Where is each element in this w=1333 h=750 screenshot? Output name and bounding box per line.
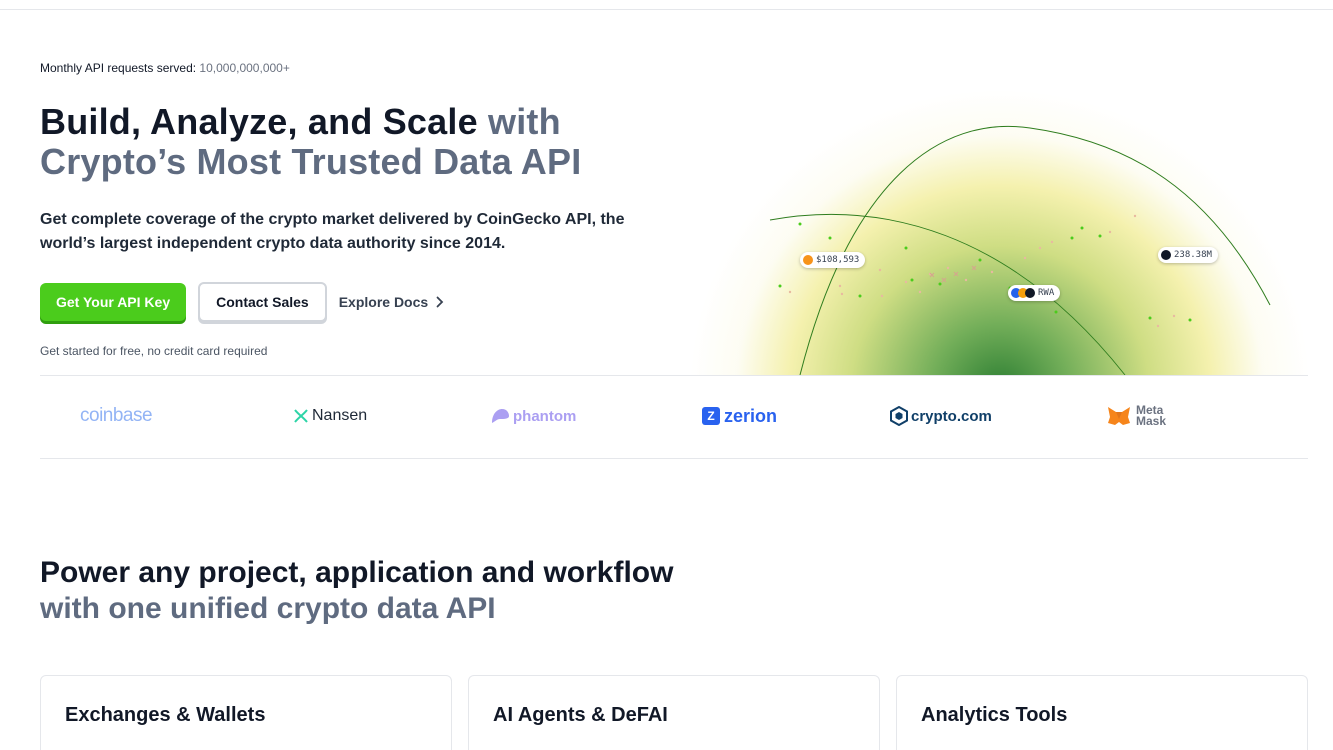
use-cases-title: Power any project, application and workf… <box>40 556 674 589</box>
headline-secondary-line2: Crypto’s Most Trusted Data API <box>40 141 582 182</box>
metamask-wordmark: Meta Mask <box>1136 404 1167 428</box>
card-title: AI Agents & DeFAI <box>493 704 668 726</box>
hero-headline: Build, Analyze, and Scale with Crypto’s … <box>40 102 680 182</box>
cta-row: Get Your API Key Contact Sales Explore D… <box>40 282 680 322</box>
metamask-line-2: Mask <box>1136 414 1167 428</box>
hero-market-visual: $108,593 RWA 238.38M <box>680 60 1320 375</box>
card-ai-agents-defai[interactable]: AI Agents & DeFAI <box>468 675 880 750</box>
phantom-logo-text: phantom <box>513 407 577 425</box>
volume-value: 238.38M <box>1174 250 1212 260</box>
contact-sales-button[interactable]: Contact Sales <box>198 282 327 322</box>
free-tier-note: Get started for free, no credit card req… <box>40 344 268 358</box>
explore-docs-label: Explore Docs <box>338 294 429 310</box>
phantom-icon <box>492 409 509 423</box>
requests-stat: Monthly API requests served: 10,000,000,… <box>40 60 680 76</box>
chevron-right-icon <box>436 296 444 308</box>
card-exchanges-wallets[interactable]: Exchanges & Wallets <box>40 675 452 750</box>
card-analytics-tools[interactable]: Analytics Tools <box>896 675 1308 750</box>
partner-logos: coinbase Nansen phantom Z zerion crypto.… <box>40 376 1308 458</box>
volume-pill: 238.38M <box>1158 247 1218 263</box>
hero-subheadline: Get complete coverage of the crypto mark… <box>40 211 625 252</box>
card-title: Exchanges & Wallets <box>65 704 266 726</box>
crypto-com-logo-text: crypto.com <box>911 407 992 425</box>
crypto-com-logo: crypto.com <box>890 404 992 428</box>
fox-icon <box>1108 407 1130 425</box>
nansen-logo: Nansen <box>292 404 367 428</box>
nansen-logo-text: Nansen <box>312 407 368 424</box>
stat-label: Monthly API requests served: <box>40 61 197 75</box>
coinbase-logo: coinbase <box>80 404 153 428</box>
stat-value: 10,000,000,000+ <box>199 61 290 75</box>
zerion-logo: Z zerion <box>702 404 777 428</box>
bitcoin-icon <box>803 255 813 265</box>
orbit-lines <box>769 125 1271 375</box>
phantom-logo: phantom <box>490 404 576 428</box>
rwa-pill: RWA <box>1008 285 1061 301</box>
zerion-icon: Z <box>702 407 720 425</box>
card-title: Analytics Tools <box>921 704 1068 726</box>
nansen-icon <box>294 409 308 423</box>
token-icon-3 <box>1025 288 1035 298</box>
btc-price: $108,593 <box>816 255 860 265</box>
header-divider <box>0 9 1333 10</box>
hero-section: Monthly API requests served: 10,000,000,… <box>40 60 680 358</box>
btc-price-pill: $108,593 <box>800 252 866 268</box>
logos-bottom-divider <box>40 458 1308 459</box>
explore-docs-link[interactable]: Explore Docs <box>339 294 444 310</box>
headline-primary: Build, Analyze, and Scale <box>40 101 478 142</box>
rwa-label: RWA <box>1038 288 1055 298</box>
get-api-key-button[interactable]: Get Your API Key <box>40 283 187 321</box>
use-cases-subtitle: with one unified crypto data API <box>40 592 496 625</box>
use-cases-heading: Power any project, application and workf… <box>40 555 673 627</box>
headline-secondary: with <box>488 101 561 142</box>
coinbase-logo-text: coinbase <box>80 405 153 426</box>
speaker-icon <box>1161 250 1171 260</box>
metamask-logo: Meta Mask <box>1106 404 1166 428</box>
zerion-logo-text: zerion <box>724 405 778 426</box>
crypto-com-icon <box>890 406 908 426</box>
